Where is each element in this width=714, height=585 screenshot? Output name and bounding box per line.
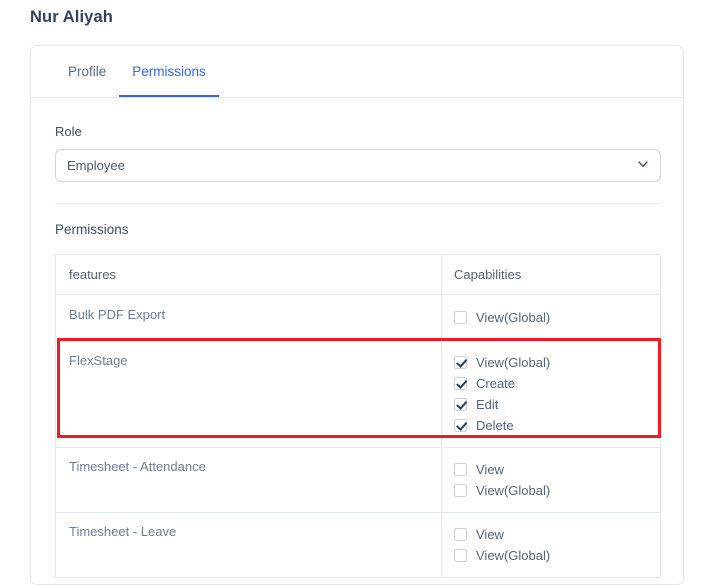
table-row: Bulk PDF Export View(Global) [56, 295, 660, 341]
table-row: Timesheet - Attendance View View(Global) [56, 448, 660, 513]
capability-item[interactable]: View [454, 524, 660, 544]
capabilities-cell: View(Global) Create Edit Delete [442, 341, 660, 447]
tab-profile[interactable]: Profile [55, 46, 119, 96]
role-select-wrapper: Employee [55, 149, 661, 182]
capability-label: Delete [476, 417, 514, 433]
permissions-table: features Capabilities Bulk PDF Export Vi… [55, 254, 661, 578]
feature-name: Bulk PDF Export [56, 295, 442, 340]
role-select[interactable]: Employee [55, 149, 661, 182]
capability-checkbox[interactable] [454, 376, 467, 390]
capability-checkbox[interactable] [454, 310, 467, 324]
capability-label: View [476, 461, 504, 477]
capability-checkbox[interactable] [454, 483, 467, 497]
card-body: Role Employee Permissions features Capab… [31, 124, 683, 578]
user-detail-card: Profile Permissions Role Employee Permis… [30, 45, 684, 585]
column-header-features: features [56, 255, 442, 294]
capability-label: View(Global) [476, 547, 551, 563]
table-row-flexstage: FlexStage View(Global) Create Edit Delet… [56, 341, 660, 448]
capability-checkbox[interactable] [454, 355, 467, 369]
capability-checkbox[interactable] [454, 527, 467, 541]
capability-checkbox[interactable] [454, 397, 467, 411]
capability-item[interactable]: Edit [454, 394, 660, 414]
capability-item[interactable]: View(Global) [454, 352, 660, 372]
capability-item[interactable]: Create [454, 373, 660, 393]
capability-item[interactable]: View(Global) [454, 545, 660, 565]
capability-label: View(Global) [476, 354, 551, 370]
capability-item[interactable]: View(Global) [454, 307, 660, 327]
section-divider [55, 203, 661, 204]
capability-label: Edit [476, 396, 499, 412]
page-title: Nur Aliyah [30, 8, 113, 26]
role-label: Role [55, 124, 82, 139]
table-row: Timesheet - Leave View View(Global) [56, 513, 660, 578]
capability-checkbox[interactable] [454, 548, 467, 562]
capabilities-cell: View(Global) [442, 295, 660, 340]
permissions-section-title: Permissions [55, 222, 129, 237]
capability-item[interactable]: View(Global) [454, 480, 660, 500]
feature-name: FlexStage [56, 341, 442, 447]
tab-permissions[interactable]: Permissions [119, 46, 219, 97]
capability-item[interactable]: Delete [454, 415, 660, 435]
column-header-capabilities: Capabilities [454, 267, 522, 282]
capability-checkbox[interactable] [454, 462, 467, 476]
capabilities-cell: View View(Global) [442, 448, 660, 512]
capability-label: Create [476, 375, 516, 391]
capabilities-cell: View View(Global) [442, 513, 660, 577]
feature-name: Timesheet - Leave [56, 513, 442, 577]
permissions-page: Nur Aliyah Profile Permissions Role Empl… [0, 0, 714, 585]
capability-label: View(Global) [476, 482, 551, 498]
feature-name: Timesheet - Attendance [56, 448, 442, 512]
capability-checkbox[interactable] [454, 418, 467, 432]
capability-label: View(Global) [476, 309, 551, 325]
tab-bar: Profile Permissions [31, 46, 683, 98]
capability-item[interactable]: View [454, 459, 660, 479]
capability-label: View [476, 526, 504, 542]
table-header-row: features Capabilities [56, 255, 660, 295]
